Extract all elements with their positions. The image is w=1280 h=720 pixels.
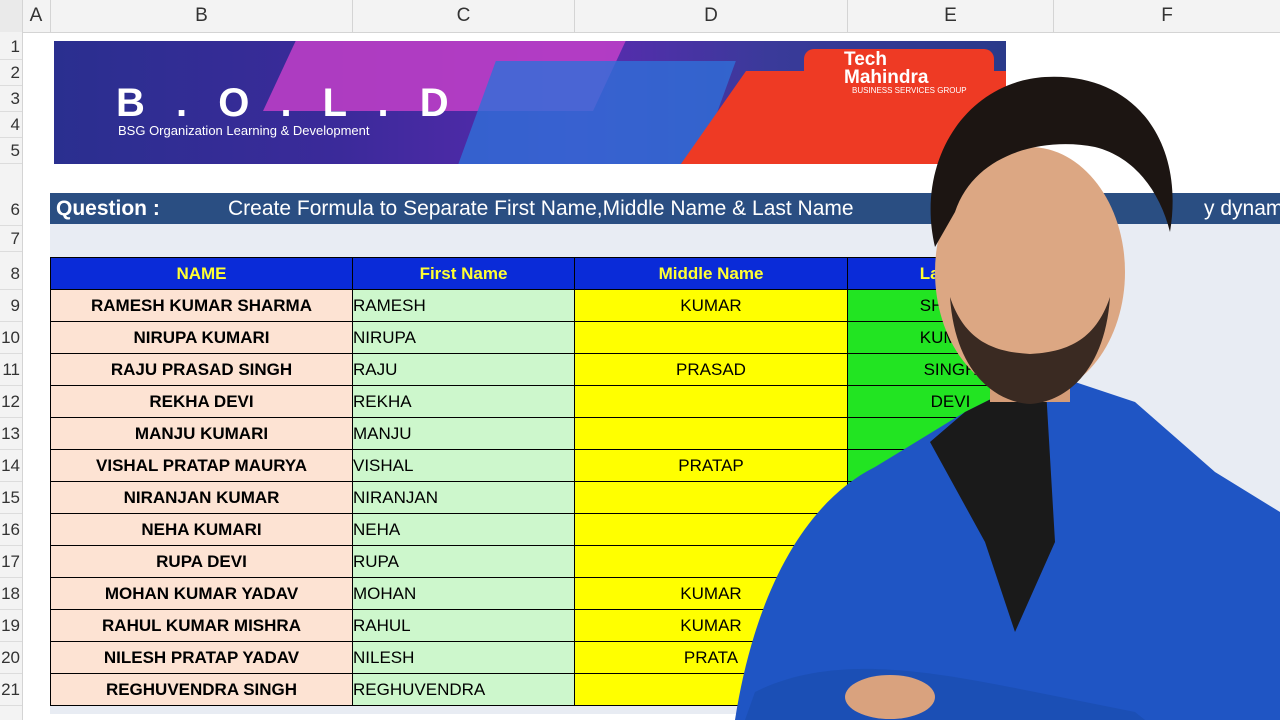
row-header[interactable]: 9 bbox=[0, 290, 22, 322]
row-header[interactable]: 11 bbox=[0, 354, 22, 386]
name-cell[interactable]: MOHAN KUMAR YADAV bbox=[50, 577, 353, 610]
name-cell[interactable]: RAJU PRASAD SINGH bbox=[50, 353, 353, 386]
column-headers: A B C D E F bbox=[0, 0, 1280, 33]
first-name-cell[interactable]: VISHAL bbox=[352, 449, 575, 482]
name-cell[interactable]: REKHA DEVI bbox=[50, 385, 353, 418]
header-first-name[interactable]: First Name bbox=[352, 257, 575, 290]
column-header-f[interactable]: F bbox=[1054, 0, 1280, 32]
row-header[interactable]: 20 bbox=[0, 642, 22, 674]
row-header[interactable]: 16 bbox=[0, 514, 22, 546]
banner-title: B . O . L . D bbox=[116, 81, 459, 125]
column-header-d[interactable]: D bbox=[575, 0, 848, 32]
row-header[interactable]: 8 bbox=[0, 258, 22, 290]
row-header[interactable]: 12 bbox=[0, 386, 22, 418]
row-header[interactable]: 10 bbox=[0, 322, 22, 354]
name-cell[interactable]: MANJU KUMARI bbox=[50, 417, 353, 450]
name-cell[interactable]: VISHAL PRATAP MAURYA bbox=[50, 449, 353, 482]
header-name[interactable]: NAME bbox=[50, 257, 353, 290]
row-headers: 1 2 3 4 5 6 7 8 9 10 11 12 13 14 15 16 1… bbox=[0, 32, 23, 720]
row-header[interactable]: 21 bbox=[0, 674, 22, 706]
name-cell[interactable]: RAHUL KUMAR MISHRA bbox=[50, 609, 353, 642]
banner-subtitle: BSG Organization Learning & Development bbox=[118, 123, 370, 138]
first-name-cell[interactable]: RAMESH bbox=[352, 289, 575, 322]
name-cell[interactable]: REGHUVENDRA SINGH bbox=[50, 673, 353, 706]
presenter-photo bbox=[735, 76, 1280, 720]
row-header[interactable]: 7 bbox=[0, 226, 22, 252]
select-all-corner[interactable] bbox=[0, 0, 23, 32]
row-header[interactable]: 17 bbox=[0, 546, 22, 578]
first-name-cell[interactable]: REKHA bbox=[352, 385, 575, 418]
first-name-cell[interactable]: NIRUPA bbox=[352, 321, 575, 354]
first-name-cell[interactable]: REGHUVENDRA bbox=[352, 673, 575, 706]
name-cell[interactable]: NEHA KUMARI bbox=[50, 513, 353, 546]
name-cell[interactable]: NIRANJAN KUMAR bbox=[50, 481, 353, 514]
name-cell[interactable]: RUPA DEVI bbox=[50, 545, 353, 578]
column-header-c[interactable]: C bbox=[353, 0, 575, 32]
column-header-b[interactable]: B bbox=[51, 0, 353, 32]
column-header-e[interactable]: E bbox=[848, 0, 1054, 32]
first-name-cell[interactable]: MOHAN bbox=[352, 577, 575, 610]
row-header[interactable]: 1 bbox=[0, 34, 22, 60]
first-name-cell[interactable]: MANJU bbox=[352, 417, 575, 450]
name-cell[interactable]: NILESH PRATAP YADAV bbox=[50, 641, 353, 674]
column-header-a[interactable]: A bbox=[22, 0, 51, 32]
row-header[interactable]: 4 bbox=[0, 112, 22, 138]
name-cell[interactable]: RAMESH KUMAR SHARMA bbox=[50, 289, 353, 322]
row-header[interactable]: 15 bbox=[0, 482, 22, 514]
row-header[interactable]: 2 bbox=[0, 60, 22, 86]
question-label: Question : bbox=[56, 197, 160, 220]
name-cell[interactable]: NIRUPA KUMARI bbox=[50, 321, 353, 354]
row-header[interactable]: 5 bbox=[0, 138, 22, 164]
row-header[interactable]: 13 bbox=[0, 418, 22, 450]
first-name-cell[interactable]: NILESH bbox=[352, 641, 575, 674]
first-name-cell[interactable]: RUPA bbox=[352, 545, 575, 578]
row-header[interactable]: 14 bbox=[0, 450, 22, 482]
first-name-cell[interactable]: RAJU bbox=[352, 353, 575, 386]
first-name-cell[interactable]: NIRANJAN bbox=[352, 481, 575, 514]
row-header[interactable]: 19 bbox=[0, 610, 22, 642]
first-name-cell[interactable]: NEHA bbox=[352, 513, 575, 546]
first-name-cell[interactable]: RAHUL bbox=[352, 609, 575, 642]
row-header[interactable]: 6 bbox=[0, 194, 22, 226]
presenter-hand bbox=[845, 675, 935, 719]
row-header[interactable]: 18 bbox=[0, 578, 22, 610]
row-header[interactable]: 3 bbox=[0, 86, 22, 112]
